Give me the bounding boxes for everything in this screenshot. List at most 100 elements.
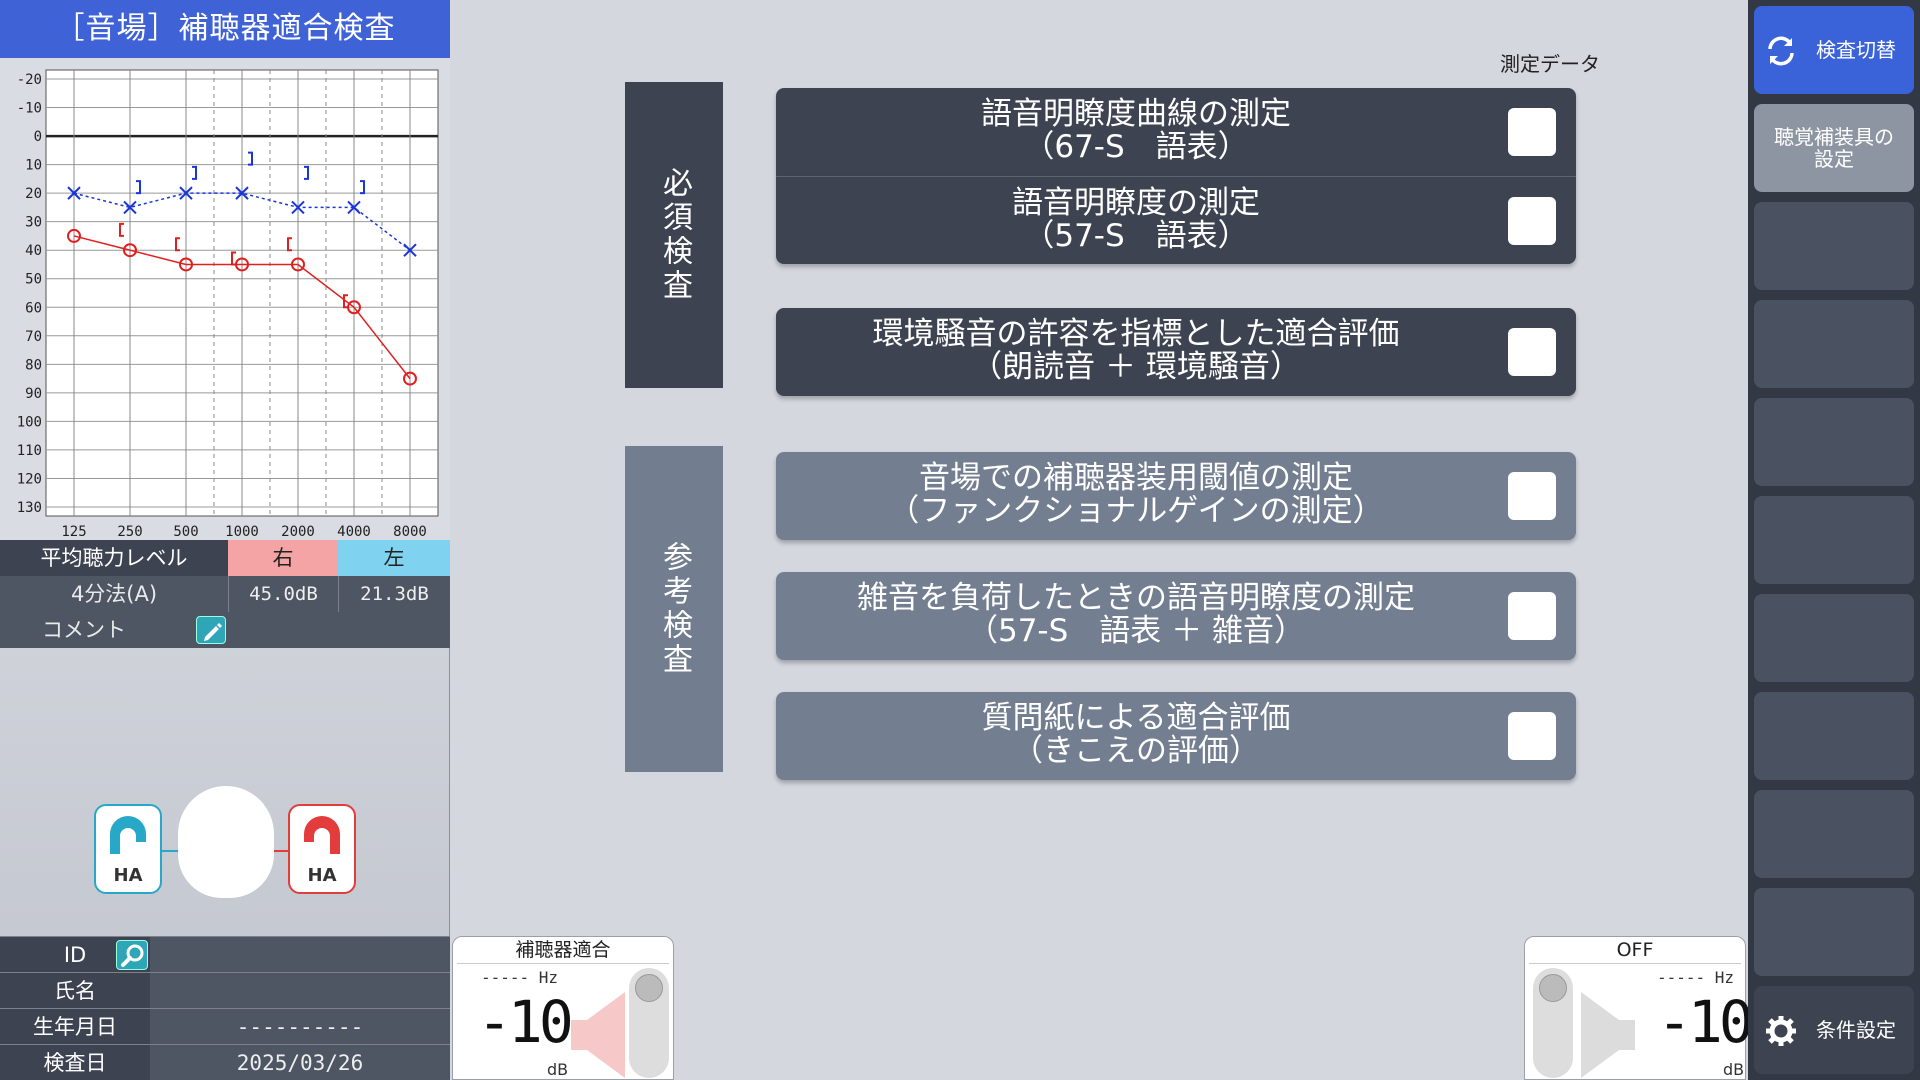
test-3-line1: 環境騒音の許容を指標とした適合評価 — [872, 316, 1400, 352]
test-noise-tolerance-text: 環境騒音の許容を指標とした適合評価 （朗読音 ＋ 環境騒音） — [776, 318, 1496, 384]
test-noise-tolerance-button[interactable]: 環境騒音の許容を指標とした適合評価 （朗読音 ＋ 環境騒音） — [776, 308, 1576, 396]
right-output-inner: ----- Hz -10 dB — [1529, 963, 1754, 1079]
empty-slot-3 — [1754, 398, 1914, 486]
test-4-checkbox[interactable] — [1508, 472, 1556, 520]
left-speaker-icon — [571, 992, 625, 1078]
x-tick-label: 250 — [117, 524, 142, 540]
search-patient-button[interactable] — [116, 940, 148, 970]
right-unit: dB — [1723, 1060, 1745, 1079]
left-output-title: 補聴器適合 — [515, 939, 611, 961]
exam-date-row: 検査日 2025/03/26 — [0, 1044, 450, 1080]
test-1-line1: 語音明瞭度曲線の測定 — [981, 96, 1291, 132]
method-label: 4分法(A) — [0, 576, 228, 612]
name-value — [150, 973, 450, 1009]
average-header-label: 平均聴力レベル — [0, 540, 228, 576]
test-2-checkbox[interactable] — [1508, 197, 1556, 245]
left-panel: ［音場］補聴器適合検査 -20 -10 0 10 20 30 40 50 60 70 80 90 100… — [0, 0, 450, 1080]
patient-name-row: 氏名 — [0, 972, 450, 1009]
comment-label: コメント — [0, 612, 228, 648]
y-tick-label: 0 — [34, 129, 42, 145]
left-level: -10 — [477, 988, 574, 1056]
right-hearing-aid-icon — [304, 816, 340, 854]
left-ear-header: 左 — [338, 540, 450, 576]
right-ear-header: 右 — [228, 540, 338, 576]
empty-slot-8 — [1754, 888, 1914, 976]
audiogram-svg: -20 -10 0 10 20 30 40 50 60 70 80 90 100 110 120 130 125… — [17, 69, 439, 540]
x-tick-label: 4000 — [337, 524, 371, 540]
y-tick-label: -10 — [17, 101, 42, 117]
empty-slot-2 — [1754, 300, 1914, 388]
empty-slot-5 — [1754, 594, 1914, 682]
test-speech-noise-text: 雑音を負荷したときの語音明瞭度の測定 （57-S 語表 ＋ 雑音） — [776, 582, 1496, 648]
test-3-checkbox[interactable] — [1508, 328, 1556, 376]
average-method-row: 4分法(A) 45.0dB 21.3dB — [0, 576, 450, 612]
id-value — [150, 937, 450, 973]
y-tick-label: 50 — [25, 272, 42, 288]
test-speech-clarity-button[interactable]: 語音明瞭度の測定 （57-S 語表） — [776, 176, 1576, 264]
page-title: ［音場］補聴器適合検査 — [0, 0, 450, 58]
y-tick-label: 90 — [25, 386, 42, 402]
x-tick-label: 500 — [173, 524, 198, 540]
y-tick-label: 120 — [17, 471, 42, 487]
left-level-slider[interactable] — [629, 968, 669, 1078]
edit-comment-button[interactable] — [196, 616, 226, 644]
test-speech-noise-button[interactable]: 雑音を負荷したときの語音明瞭度の測定 （57-S 語表 ＋ 雑音） — [776, 572, 1576, 660]
patient-birth-row: 生年月日 ---------- — [0, 1008, 450, 1045]
comment-label-text: コメント — [42, 618, 126, 642]
test-6-line2: （きこえの評価） — [1012, 733, 1260, 769]
test-5-checkbox[interactable] — [1508, 592, 1556, 640]
device-settings-label: 聴覚補装具の設定 — [1774, 125, 1894, 171]
birth-value: ---------- — [150, 1009, 450, 1045]
device-settings-button[interactable]: 聴覚補装具の設定 — [1754, 104, 1914, 192]
average-header-row: 平均聴力レベル 右 左 — [0, 540, 450, 576]
test-questionnaire-button[interactable]: 質問紙による適合評価 （きこえの評価） — [776, 692, 1576, 780]
left-output-panel[interactable]: 補聴器適合 ----- Hz -10 dB — [452, 936, 674, 1080]
right-level: -10 — [1657, 988, 1754, 1056]
test-aided-threshold-button[interactable]: 音場での補聴器装用閾値の測定 （ファンクショナルゲインの測定） — [776, 452, 1576, 540]
measurement-data-label: 測定データ — [1500, 52, 1600, 76]
test-4-line1: 音場での補聴器装用閾値の測定 — [919, 460, 1353, 496]
patient-id-row: ID — [0, 936, 450, 973]
test-1-checkbox[interactable] — [1508, 108, 1556, 156]
test-2-line1: 語音明瞭度の測定 — [1012, 185, 1260, 221]
head-icon — [178, 786, 274, 898]
test-6-line1: 質問紙による適合評価 — [981, 700, 1291, 736]
test-speech-curve-button[interactable]: 語音明瞭度曲線の測定 （67-S 語表） — [776, 88, 1576, 176]
empty-slot-7 — [1754, 790, 1914, 878]
x-tick-label: 125 — [61, 524, 86, 540]
empty-slot-6 — [1754, 692, 1914, 780]
switch-test-button[interactable]: 検査切替 — [1754, 6, 1914, 94]
required-tests-label: 必須検査 — [625, 82, 723, 388]
right-hearing-aid[interactable]: HA — [288, 804, 356, 894]
left-frequency: ----- Hz — [481, 968, 559, 987]
hearing-aid-status: HA HA — [90, 780, 360, 900]
date-label: 検査日 — [0, 1045, 150, 1080]
comment-field[interactable] — [228, 612, 450, 648]
pencil-icon — [204, 623, 222, 641]
switch-test-label: 検査切替 — [1816, 38, 1896, 62]
y-tick-label: 100 — [17, 414, 42, 430]
x-tick-label: 2000 — [281, 524, 315, 540]
test-1-line2: （67-S 語表） — [1023, 129, 1249, 165]
test-6-checkbox[interactable] — [1508, 712, 1556, 760]
test-questionnaire-text: 質問紙による適合評価 （きこえの評価） — [776, 702, 1496, 768]
conditions-settings-label: 条件設定 — [1816, 1018, 1896, 1042]
left-output-inner: ----- Hz -10 dB — [457, 963, 669, 1079]
comment-row: コメント — [0, 612, 450, 648]
y-tick-label: 130 — [17, 500, 42, 516]
left-slider-knob[interactable] — [635, 974, 663, 1002]
test-speech-clarity-text: 語音明瞭度の測定 （57-S 語表） — [776, 187, 1496, 253]
right-slider-knob[interactable] — [1539, 974, 1567, 1002]
right-average-value: 45.0dB — [228, 576, 338, 612]
empty-slot-4 — [1754, 496, 1914, 584]
conditions-settings-button[interactable]: 条件設定 — [1754, 986, 1914, 1074]
left-average-value: 21.3dB — [338, 576, 450, 612]
test-3-line2: （朗読音 ＋ 環境騒音） — [971, 349, 1301, 385]
right-sidebar: 検査切替 聴覚補装具の設定 条件設定 — [1748, 0, 1920, 1080]
empty-slot-1 — [1754, 202, 1914, 290]
y-tick-label: 80 — [25, 357, 42, 373]
right-level-slider[interactable] — [1533, 968, 1573, 1078]
y-tick-label: 40 — [25, 243, 42, 259]
right-output-panel[interactable]: OFF ----- Hz -10 dB — [1524, 936, 1754, 1080]
left-hearing-aid[interactable]: HA — [94, 804, 162, 894]
